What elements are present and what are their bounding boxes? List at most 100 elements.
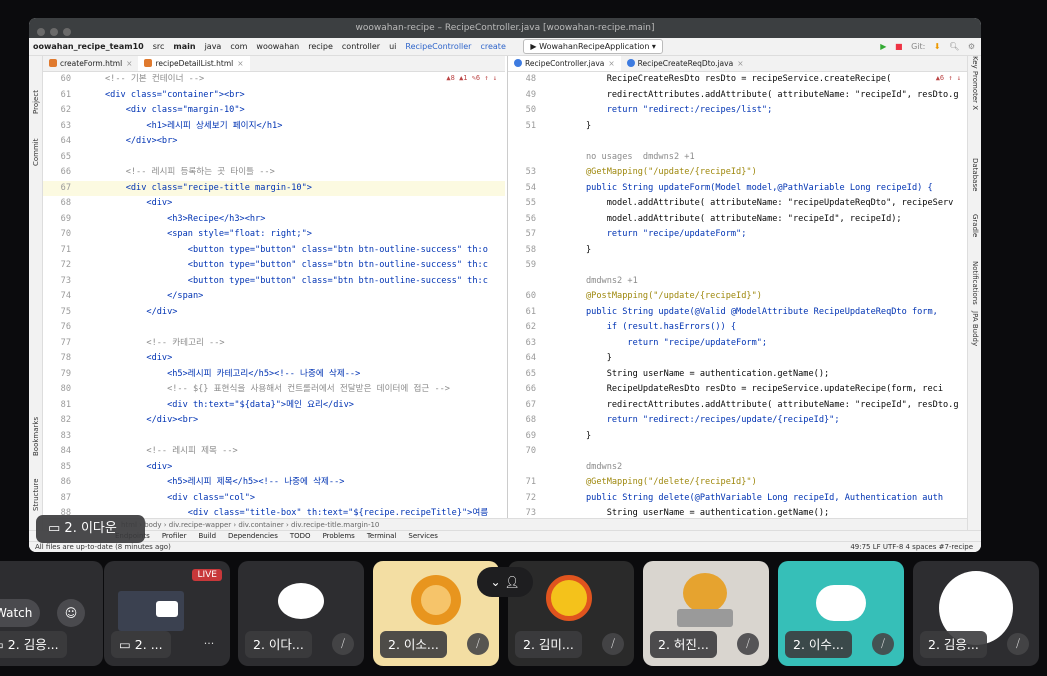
code-line[interactable]: 82 </div><br> bbox=[43, 413, 505, 429]
mic-off-icon[interactable]: ⧸ bbox=[737, 633, 759, 655]
run-icon[interactable]: ▶ bbox=[880, 42, 886, 51]
search-icon[interactable]: 🔍︎ bbox=[949, 42, 959, 51]
code-line[interactable]: 74 </span> bbox=[43, 289, 505, 305]
left-code[interactable]: ▲8 ▲1 ✎6 ↑ ↓ 60 <!-- 기본 컨테이너 --> 61 <div cl… bbox=[43, 72, 505, 518]
mic-off-icon[interactable]: ⧸ bbox=[332, 633, 354, 655]
code-line[interactable]: 68 <div> bbox=[43, 196, 505, 212]
code-line[interactable]: 62 if (result.hasErrors()) { bbox=[508, 320, 967, 336]
code-line[interactable]: 86 <h5>레시피 제목</h5><!-- 나중에 삭제--> bbox=[43, 475, 505, 491]
code-line[interactable]: 73 String userName = authentication.getN… bbox=[508, 506, 967, 518]
breadcrumb-item[interactable]: create bbox=[480, 42, 505, 51]
participant-tile[interactable]: 2. 김응... ⧸ bbox=[913, 561, 1039, 666]
code-line[interactable]: 64 } bbox=[508, 351, 967, 367]
code-line[interactable]: 60 @PostMapping("/update/{recipeId}") bbox=[508, 289, 967, 305]
code-line[interactable]: 65 bbox=[43, 150, 505, 166]
code-line[interactable]: 70 bbox=[508, 444, 967, 460]
code-line[interactable]: 63 return "recipe/updateForm"; bbox=[508, 336, 967, 352]
code-line[interactable]: 57 return "recipe/updateForm"; bbox=[508, 227, 967, 243]
code-line[interactable]: 69 <h3>Recipe</h3><hr> bbox=[43, 212, 505, 228]
code-line[interactable]: 50 return "redirect:/recipes/list"; bbox=[508, 103, 967, 119]
code-line[interactable]: 83 bbox=[43, 429, 505, 445]
status-right[interactable]: 49:75 LF UTF-8 4 spaces #7-recipe bbox=[850, 542, 973, 552]
mic-off-icon[interactable]: ⧸ bbox=[602, 633, 624, 655]
editor-tab[interactable]: RecipeController.java × bbox=[508, 56, 621, 71]
mic-off-icon[interactable]: ⧸ bbox=[872, 633, 894, 655]
code-line[interactable]: 87 <div class="col"> bbox=[43, 491, 505, 507]
participant-tile[interactable]: 2. 허진... ⧸ bbox=[643, 561, 769, 666]
breadcrumb-item[interactable]: java bbox=[205, 42, 222, 51]
code-line[interactable]: 79 <h5>레시피 카테고리</h5><!-- 나중에 삭제--> bbox=[43, 367, 505, 383]
tool-tab-problems[interactable]: Problems bbox=[323, 532, 355, 540]
breadcrumb-item[interactable]: com bbox=[230, 42, 247, 51]
code-line[interactable]: 48 RecipeCreateResDto resDto = recipeSer… bbox=[508, 72, 967, 88]
editor-tab[interactable]: createForm.html × bbox=[43, 56, 138, 71]
code-line[interactable]: 72 public String delete(@PathVariable Lon… bbox=[508, 491, 967, 507]
tool-tab-dependencies[interactable]: Dependencies bbox=[228, 532, 278, 540]
right-code[interactable]: ▲6 ↑ ↓ 48 RecipeCreateResDto resDto = re… bbox=[508, 72, 967, 518]
more-icon[interactable]: ··· bbox=[198, 633, 220, 655]
close-icon[interactable]: × bbox=[237, 59, 243, 68]
code-line[interactable]: 81 <div th:text="${data}">메인 요리</div> bbox=[43, 398, 505, 414]
run-config-select[interactable]: ▶ WowahanRecipeApplication ▾ bbox=[523, 39, 663, 54]
breadcrumb-item[interactable]: recipe bbox=[308, 42, 333, 51]
tool-window-commit[interactable]: Commit bbox=[32, 139, 40, 167]
code-line[interactable]: 67 redirectAttributes.addAttribute( attr… bbox=[508, 398, 967, 414]
code-line[interactable]: 62 <div class="margin-10"> bbox=[43, 103, 505, 119]
participant-tile[interactable]: LIVE ▭ 2. ... ··· bbox=[104, 561, 230, 666]
code-line[interactable]: 84 <!-- 레시피 제목 --> bbox=[43, 444, 505, 460]
breadcrumb-item[interactable]: controller bbox=[342, 42, 380, 51]
code-line[interactable]: 71 @GetMapping("/delete/{recipeId}") bbox=[508, 475, 967, 491]
tool-tab-terminal[interactable]: Terminal bbox=[367, 532, 397, 540]
code-line[interactable]: 76 bbox=[43, 320, 505, 336]
code-line[interactable]: 70 <span style="float: right;"> bbox=[43, 227, 505, 243]
code-line[interactable]: 60 <!-- 기본 컨테이너 --> bbox=[43, 72, 505, 88]
code-line[interactable] bbox=[508, 134, 967, 150]
code-line[interactable]: 71 <button type="button" class="btn btn-… bbox=[43, 243, 505, 259]
code-line[interactable]: 68 return "redirect:/recipes/update/{rec… bbox=[508, 413, 967, 429]
code-line[interactable]: 55 model.addAttribute( attributeName: "r… bbox=[508, 196, 967, 212]
stop-icon[interactable]: ■ bbox=[895, 42, 903, 51]
tool-tab-build[interactable]: Build bbox=[198, 532, 216, 540]
code-line[interactable]: 61 <div class="container"><br> bbox=[43, 88, 505, 104]
java-editor-pane[interactable]: RecipeController.java × RecipeCreateReqDto… bbox=[507, 56, 967, 518]
close-icon[interactable]: × bbox=[608, 59, 614, 68]
tool-window-notifications[interactable]: Notifications bbox=[971, 261, 979, 305]
tool-window-database[interactable]: Database bbox=[971, 158, 979, 191]
tool-window-key-promoter-x[interactable]: Key Promoter X bbox=[971, 56, 979, 110]
code-line[interactable]: 59 bbox=[508, 258, 967, 274]
tool-window-bookmarks[interactable]: Bookmarks bbox=[32, 417, 40, 456]
tool-tab-todo[interactable]: TODO bbox=[290, 532, 311, 540]
code-line[interactable]: 66 <!-- 레시피 등록하는 곳 타이틀 --> bbox=[43, 165, 505, 181]
code-line[interactable]: 54 public String updateForm(Model model,@… bbox=[508, 181, 967, 197]
tool-window-jpa-buddy[interactable]: JPA Buddy bbox=[971, 311, 979, 346]
code-line[interactable]: 56 model.addAttribute( attributeName: "r… bbox=[508, 212, 967, 228]
mic-off-icon[interactable]: ⧸ bbox=[467, 633, 489, 655]
code-line[interactable]: 67 <div class="recipe-title margin-10"> bbox=[43, 180, 505, 196]
breadcrumb-item[interactable]: RecipeController bbox=[405, 42, 471, 51]
code-line[interactable]: no usages dmdwns2 +1 bbox=[508, 150, 967, 166]
tool-tab-services[interactable]: Services bbox=[408, 532, 438, 540]
code-line[interactable]: 85 <div> bbox=[43, 460, 505, 476]
expand-participants-button[interactable]: ⌄ 👤︎ bbox=[477, 567, 533, 597]
tool-tab-profiler[interactable]: Profiler bbox=[162, 532, 187, 540]
close-icon[interactable]: × bbox=[737, 59, 743, 68]
watch-button[interactable]: Watch bbox=[0, 599, 41, 627]
participant-tile[interactable]: 2. 이다... ⧸ bbox=[238, 561, 364, 666]
tool-window-project[interactable]: Project bbox=[32, 90, 40, 114]
code-line[interactable]: 72 <button type="button" class="btn btn-… bbox=[43, 258, 505, 274]
code-line[interactable]: 49 redirectAttributes.addAttribute( attr… bbox=[508, 88, 967, 104]
update-icon[interactable]: ⬇ bbox=[934, 42, 941, 51]
code-line[interactable]: 65 String userName = authentication.getN… bbox=[508, 367, 967, 383]
settings-icon[interactable]: ⚙ bbox=[968, 42, 975, 51]
code-line[interactable]: 80 <!-- ${} 표현식을 사용해서 컨트롤러에서 전달받은 데이터에 접… bbox=[43, 382, 505, 398]
code-line[interactable]: 58} bbox=[508, 243, 967, 259]
code-line[interactable]: 64 </div><br> bbox=[43, 134, 505, 150]
tool-window-structure[interactable]: Structure bbox=[32, 478, 40, 511]
code-line[interactable]: 73 <button type="button" class="btn btn-… bbox=[43, 274, 505, 290]
code-line[interactable]: dmdwns2 bbox=[508, 460, 967, 476]
editor-tab[interactable]: RecipeCreateReqDto.java × bbox=[621, 56, 750, 71]
breadcrumb-item[interactable]: src bbox=[153, 42, 165, 51]
mic-off-icon[interactable]: ⧸ bbox=[1007, 633, 1029, 655]
code-line[interactable]: 63 <h1>레시피 상세보기 페이지</h1> bbox=[43, 119, 505, 135]
breadcrumb-item[interactable]: main bbox=[173, 42, 195, 51]
